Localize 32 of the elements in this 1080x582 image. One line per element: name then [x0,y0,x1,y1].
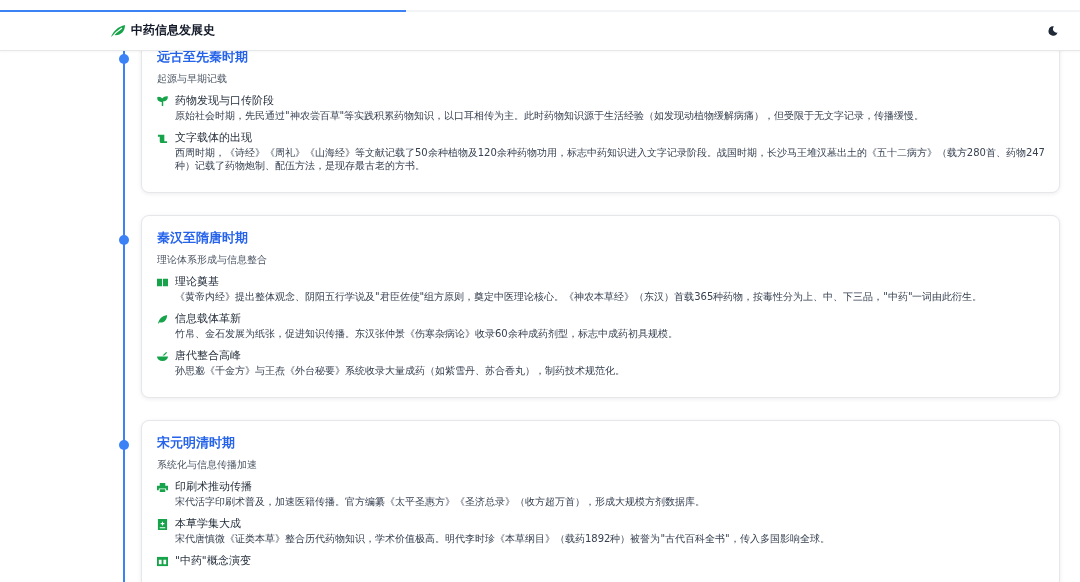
item-title: 唐代整合高峰 [175,349,241,363]
sprout-icon [157,95,168,107]
site-title: 中药信息发展史 [131,22,215,39]
medical-book-icon [157,518,168,530]
item-title: 理论奠基 [175,275,219,289]
period-subtitle: 起源与早期记载 [157,72,228,86]
period-title: 宋元明清时期 [157,434,236,452]
item-title: 本草学集大成 [175,517,241,531]
item-title: 印刷术推动传播 [175,480,252,494]
period-subtitle: 系统化与信息传播加速 [157,458,258,472]
leaf-icon [110,23,126,38]
leaf-icon [157,313,168,325]
table-icon [157,555,168,567]
item-description: 宋代唐慎微《证类本草》整合历代药物知识，学术价值极高。明代李时珍《本草纲目》（载药1892种）被誉为"古代百科全书"，传入多国影响全球。 [175,532,831,545]
printer-icon [157,481,168,493]
open-book-icon [157,276,168,288]
period-title: 远古至先秦时期 [157,48,249,66]
item-description: 竹帛、金石发展为纸张，促进知识传播。东汉张仲景《伤寒杂病论》收录60余种成药剂型，标志中成药初具规模。 [175,327,679,340]
scroll-icon [157,132,168,144]
item-description: 西周时期，《诗经》《周礼》《山海经》等文献记载了50余种植物及120余种药物功用，标志中药知识进入文字记录阶段。战国时期，长沙马王堆汉墓出土的《五十二病方》（载方280首、药物247种）记载了药物炮制、配伍方法，是现存最古老的方书。 [175,146,1045,172]
dark-mode-toggle-icon[interactable] [1048,25,1058,36]
period-subtitle: 理论体系形成与信息整合 [157,253,268,267]
item-title: 信息载体革新 [175,312,241,326]
item-description: 孙思邈《千金方》与王焘《外台秘要》系统收录大量成药（如紫雪丹、苏合香丸），制药技术规范化。 [175,364,626,377]
item-description: 原始社会时期，先民通过"神农尝百草"等实践积累药物知识，以口耳相传为主。此时药物知识源于生活经验（如发现动植物缓解病痛），但受限于无文字记录，传播缓慢。 [175,109,926,122]
item-title: "中药"概念演变 [175,554,251,568]
item-title: 文字载体的出现 [175,131,252,145]
mortar-icon [157,350,168,362]
item-description: 宋代活字印刷术普及，加速医籍传播。官方编纂《太平圣惠方》《圣济总录》（收方超万首），形成大规模方剂数据库。 [175,495,706,508]
item-title: 药物发现与口传阶段 [175,94,274,108]
period-title: 秦汉至隋唐时期 [157,229,249,247]
item-description: 《黄帝内经》提出整体观念、阴阳五行学说及"君臣佐使"组方原则，奠定中医理论核心。《神农本草经》（东汉）首载365种药物，按毒性分为上、中、下三品，"中药"一词由此衍生。 [175,290,984,303]
